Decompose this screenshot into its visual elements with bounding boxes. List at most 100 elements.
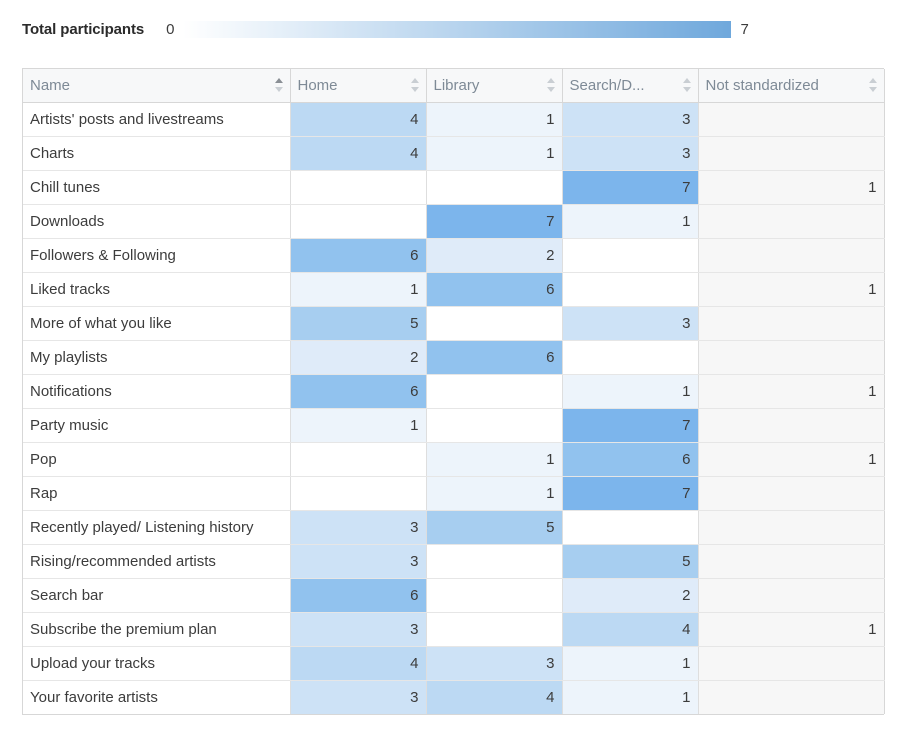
table-row: Upload your tracks 4 3 1 [23,646,885,681]
cell-name: Pop [23,442,291,477]
table-row: Liked tracks 1 6 1 [23,272,885,307]
cell-not-standardized: 1 [698,442,885,477]
cell-home: 6 [290,578,427,613]
cell-library: 5 [426,510,563,545]
header-row: Name Home Library Search/D... Not standa… [23,69,885,103]
cell-name: Followers & Following [23,238,291,273]
table-row: Followers & Following 6 2 [23,238,885,273]
column-header-library-label: Library [433,76,480,94]
table-row: Subscribe the premium plan 3 4 1 [23,612,885,647]
cell-library: 1 [426,476,563,511]
column-header-library[interactable]: Library [426,69,563,103]
cell-library: 3 [426,646,563,681]
cell-name: Charts [23,136,291,171]
table-row: Recently played/ Listening history 3 5 [23,510,885,545]
participants-heatmap-table: Name Home Library Search/D... Not standa… [22,68,885,715]
cell-not-standardized [698,476,885,511]
legend-title: Total participants [22,20,145,38]
sort-arrows-icon[interactable] [868,76,878,94]
cell-home: 2 [290,340,427,375]
cell-search: 1 [562,204,699,239]
cell-search: 7 [562,408,699,443]
table-row: Search bar 6 2 [23,578,885,613]
cell-library: 7 [426,204,563,239]
cell-search: 3 [562,136,699,171]
cell-not-standardized: 1 [698,272,885,307]
column-header-name[interactable]: Name [23,69,291,103]
table-header: Name Home Library Search/D... Not standa… [23,69,885,103]
cell-not-standardized: 1 [698,170,885,205]
table-row: More of what you like 5 3 [23,306,885,341]
table-row: Your favorite artists 3 4 1 [23,680,885,714]
cell-search: 1 [562,646,699,681]
cell-not-standardized [698,102,885,137]
cell-library [426,374,563,409]
table-row: Pop 1 6 1 [23,442,885,477]
cell-home: 6 [290,374,427,409]
sort-arrows-icon[interactable] [546,76,556,94]
cell-name: Upload your tracks [23,646,291,681]
cell-search: 2 [562,578,699,613]
sort-arrows-icon[interactable] [682,76,692,94]
cell-not-standardized [698,408,885,443]
cell-search [562,510,699,545]
cell-not-standardized [698,544,885,579]
cell-name: Liked tracks [23,272,291,307]
cell-library: 1 [426,136,563,171]
cell-not-standardized [698,306,885,341]
legend: Total participants 0 7 [22,16,749,42]
cell-search: 1 [562,374,699,409]
legend-min-value: 0 [166,20,175,38]
cell-home [290,476,427,511]
cell-not-standardized [698,204,885,239]
cell-library [426,408,563,443]
cell-library [426,544,563,579]
column-header-home[interactable]: Home [290,69,427,103]
cell-not-standardized [698,510,885,545]
column-header-home-label: Home [297,76,338,94]
table-row: My playlists 2 6 [23,340,885,375]
cell-not-standardized: 1 [698,374,885,409]
cell-search [562,272,699,307]
cell-name: Search bar [23,578,291,613]
cell-library: 6 [426,272,563,307]
cell-search: 6 [562,442,699,477]
legend-gradient-bar [183,20,732,38]
cell-name: Recently played/ Listening history [23,510,291,545]
table-row: Rap 1 7 [23,476,885,511]
cell-name: Downloads [23,204,291,239]
cell-home [290,442,427,477]
cell-search: 7 [562,476,699,511]
table-row: Rising/recommended artists 3 5 [23,544,885,579]
cell-name: Chill tunes [23,170,291,205]
cell-not-standardized: 1 [698,612,885,647]
cell-not-standardized [698,340,885,375]
sort-arrows-icon[interactable] [410,76,420,94]
cell-name: Your favorite artists [23,680,291,714]
legend-max-value: 7 [740,20,749,38]
sort-arrows-icon[interactable] [274,76,284,94]
column-header-not-standardized[interactable]: Not standardized [698,69,885,103]
cell-search: 3 [562,306,699,341]
cell-home: 3 [290,680,427,714]
table-row: Notifications 6 1 1 [23,374,885,409]
cell-library [426,578,563,613]
cell-library [426,612,563,647]
cell-home: 1 [290,272,427,307]
column-header-search[interactable]: Search/D... [562,69,699,103]
column-header-not-standardized-label: Not standardized [705,76,819,94]
cell-search: 5 [562,544,699,579]
cell-home: 3 [290,612,427,647]
cell-search [562,238,699,273]
cell-name: Rap [23,476,291,511]
cell-home [290,170,427,205]
cell-search: 4 [562,612,699,647]
cell-library: 6 [426,340,563,375]
cell-name: Artists' posts and livestreams [23,102,291,137]
table-row: Downloads 7 1 [23,204,885,239]
column-header-name-label: Name [30,76,71,94]
cell-not-standardized [698,680,885,714]
cell-name: Notifications [23,374,291,409]
column-header-search-label: Search/D... [569,76,645,94]
table-row: Chill tunes 7 1 [23,170,885,205]
